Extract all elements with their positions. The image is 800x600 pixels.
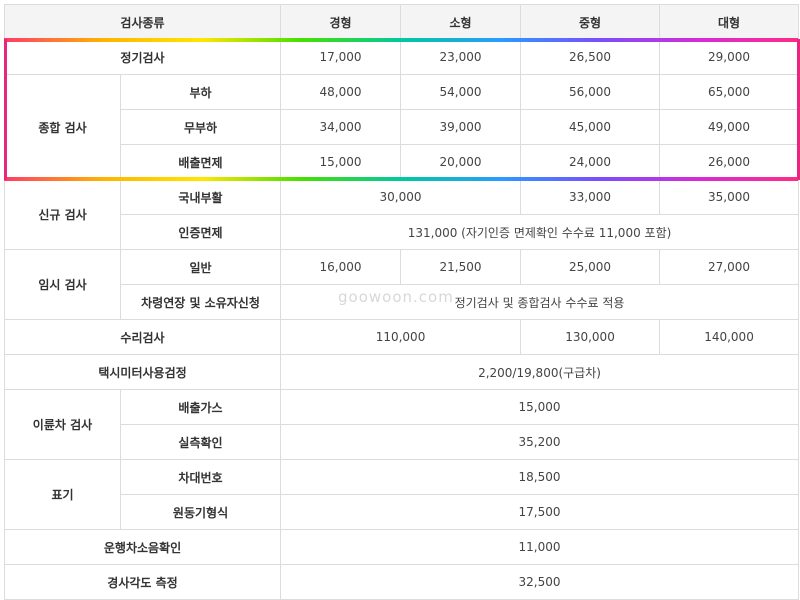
row-label-general: 일반 bbox=[119, 249, 282, 285]
cell-value: 26,500 bbox=[520, 39, 661, 75]
table-row: 임시 검사 일반 16,000 21,500 25,000 27,000 bbox=[4, 249, 800, 320]
cell-value: 34,000 bbox=[280, 109, 402, 145]
table-row: 표기 차대번호 18,500 bbox=[4, 459, 800, 530]
cell-value: 131,000 (자기인증 면제확인 수수료 11,000 포함) bbox=[280, 214, 800, 250]
cell-value: 20,000 bbox=[400, 144, 522, 180]
row-group-mark: 표기 bbox=[4, 459, 121, 530]
cell-value: 17,000 bbox=[280, 39, 402, 75]
row-label-taxi: 택시미터사용검정 bbox=[3, 354, 282, 390]
cell-value: 140,000 bbox=[659, 319, 800, 355]
table-row: 종합 검사 부하 48,000 54,000 56,000 65,000 bbox=[4, 74, 800, 180]
header-small: 소형 bbox=[400, 4, 522, 40]
row-group-comprehensive: 종합 검사 bbox=[4, 74, 121, 180]
table-row: 차령연장 및 소유자신청 정기검사 및 종합검사 수수료 적용 bbox=[5, 284, 800, 320]
row-group-new: 신규 검사 bbox=[4, 179, 121, 250]
cell-value: 32,500 bbox=[280, 564, 800, 600]
cell-value: 48,000 bbox=[280, 74, 402, 110]
cell-value: 35,200 bbox=[280, 424, 800, 460]
header-medium: 중형 bbox=[520, 4, 661, 40]
row-label-exempt: 배출면제 bbox=[119, 144, 282, 180]
cell-value: 110,000 bbox=[280, 319, 522, 355]
row-label-noload: 무부하 bbox=[119, 109, 282, 145]
table-row: 실측확인 35,200 bbox=[5, 424, 800, 460]
inspection-fee-table: 검사종류 경형 소형 중형 대형 정기검사 17,000 23,000 26,5… bbox=[3, 4, 800, 600]
row-label-cert: 인증면제 bbox=[119, 214, 282, 250]
row-label-domestic: 국내부활 bbox=[119, 179, 282, 215]
cell-value: 23,000 bbox=[400, 39, 522, 75]
cell-value: 130,000 bbox=[520, 319, 661, 355]
cell-value: 54,000 bbox=[400, 74, 522, 110]
cell-value: 26,000 bbox=[659, 144, 800, 180]
header-type: 검사종류 bbox=[3, 4, 282, 40]
row-label-measure: 실측확인 bbox=[119, 424, 282, 460]
row-label-noise: 운행차소음확인 bbox=[3, 529, 282, 565]
cell-value: 45,000 bbox=[520, 109, 661, 145]
cell-value: 56,000 bbox=[520, 74, 661, 110]
row-group-temp: 임시 검사 bbox=[4, 249, 121, 320]
cell-value: 11,000 bbox=[280, 529, 800, 565]
cell-value: 21,500 bbox=[400, 249, 522, 285]
row-group-twowheel: 이륜차 검사 bbox=[4, 389, 121, 460]
row-label-extension: 차령연장 및 소유자신청 bbox=[119, 284, 282, 320]
table-row: 무부하 34,000 39,000 45,000 49,000 bbox=[5, 109, 800, 145]
row-label-engine: 원동기형식 bbox=[119, 494, 282, 530]
table-row: 경사각도 측정 32,500 bbox=[3, 564, 800, 600]
table-row: 배출면제 15,000 20,000 24,000 26,000 bbox=[5, 144, 800, 180]
header-large: 대형 bbox=[659, 4, 800, 40]
table-row: 신규 검사 국내부활 30,000 33,000 35,000 bbox=[4, 179, 800, 250]
highlight-bottom-gradient bbox=[4, 177, 798, 181]
cell-value: 정기검사 및 종합검사 수수료 적용 bbox=[280, 284, 800, 320]
cell-value: 15,000 bbox=[280, 389, 800, 425]
cell-value: 27,000 bbox=[659, 249, 800, 285]
cell-value: 33,000 bbox=[520, 179, 661, 215]
table-row: 인증면제 131,000 (자기인증 면제확인 수수료 11,000 포함) bbox=[5, 214, 800, 250]
cell-value: 39,000 bbox=[400, 109, 522, 145]
highlight-top-gradient bbox=[4, 38, 798, 42]
table-row: 수리검사 110,000 130,000 140,000 bbox=[3, 319, 800, 355]
table-row: 택시미터사용검정 2,200/19,800(구급차) bbox=[3, 354, 800, 390]
cell-value: 65,000 bbox=[659, 74, 800, 110]
row-label-exhaust: 배출가스 bbox=[119, 389, 282, 425]
row-label-number: 차대번호 bbox=[119, 459, 282, 495]
header-row: 검사종류 경형 소형 중형 대형 bbox=[3, 4, 800, 40]
cell-value: 2,200/19,800(구급차) bbox=[280, 354, 800, 390]
cell-value: 24,000 bbox=[520, 144, 661, 180]
cell-value: 25,000 bbox=[520, 249, 661, 285]
row-label-repair: 수리검사 bbox=[3, 319, 282, 355]
row-label-periodic: 정기검사 bbox=[3, 39, 282, 75]
header-light: 경형 bbox=[280, 4, 402, 40]
cell-value: 30,000 bbox=[280, 179, 522, 215]
cell-value: 17,500 bbox=[280, 494, 800, 530]
table-row: 정기검사 17,000 23,000 26,500 29,000 bbox=[3, 39, 800, 75]
cell-value: 15,000 bbox=[280, 144, 402, 180]
cell-value: 35,000 bbox=[659, 179, 800, 215]
row-label-load: 부하 bbox=[119, 74, 282, 110]
cell-value: 18,500 bbox=[280, 459, 800, 495]
row-label-slope: 경사각도 측정 bbox=[3, 564, 282, 600]
table-row: 운행차소음확인 11,000 bbox=[3, 529, 800, 565]
table-row: 이륜차 검사 배출가스 15,000 bbox=[4, 389, 800, 460]
cell-value: 16,000 bbox=[280, 249, 402, 285]
table-row: 원동기형식 17,500 bbox=[5, 494, 800, 530]
cell-value: 49,000 bbox=[659, 109, 800, 145]
cell-value: 29,000 bbox=[659, 39, 800, 75]
